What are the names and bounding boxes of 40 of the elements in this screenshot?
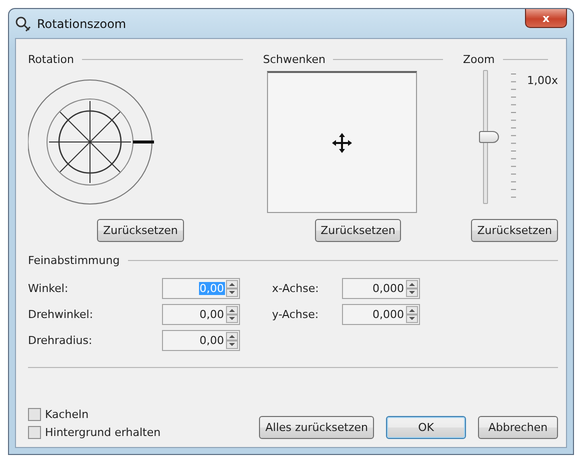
checkbox-label: Hintergrund erhalten (45, 426, 161, 439)
magnifier-icon (15, 16, 31, 32)
reset-button[interactable]: Zurücksetzen (314, 219, 402, 242)
field-value: 0,00 (198, 334, 225, 347)
checkbox[interactable] (28, 408, 41, 421)
slider-thumb[interactable] (479, 131, 499, 143)
field-value: 0,00 (198, 282, 225, 295)
field-label: y-Achse: (272, 308, 319, 321)
field-label: Drehradius: (28, 334, 92, 347)
field-value: 0,000 (372, 308, 405, 321)
close-button[interactable]: x (525, 9, 567, 28)
group-title: Feinabstimmung (28, 254, 120, 266)
number-field[interactable]: 0,00 (162, 304, 240, 325)
dialog-button[interactable]: Alles zurücksetzen (259, 416, 374, 439)
dialog-button[interactable]: OK (386, 416, 466, 439)
spin-arrows-icon[interactable] (406, 306, 418, 323)
spin-arrows-icon[interactable] (226, 306, 238, 323)
reset-button[interactable]: Zurücksetzen (97, 219, 184, 242)
number-field[interactable]: 0,000 (342, 304, 420, 325)
number-field[interactable]: 0,000 (342, 278, 420, 299)
field-label: x-Achse: (272, 282, 319, 295)
zoom-reading: 1,00x (527, 74, 558, 87)
window-title: Rotationszoom (37, 16, 128, 30)
spin-arrows-icon[interactable] (226, 332, 238, 349)
checkbox[interactable] (28, 426, 41, 439)
field-label: Drehwinkel: (28, 308, 94, 321)
pan-area[interactable] (267, 71, 417, 213)
field-value: 0,000 (372, 282, 405, 295)
checkbox-label: Kacheln (45, 408, 89, 421)
group-title: Schwenken (263, 52, 326, 66)
group-title: Zoom (463, 52, 495, 66)
reset-button[interactable]: Zurücksetzen (471, 219, 558, 242)
field-value: 0,00 (198, 308, 225, 321)
move-icon (332, 132, 352, 152)
spin-arrows-icon[interactable] (406, 280, 418, 297)
field-label: Winkel: (28, 282, 68, 295)
group-title: Rotation (28, 52, 74, 66)
number-field[interactable]: 0,00 (162, 330, 240, 351)
spin-arrows-icon[interactable] (226, 280, 238, 297)
dialog-button[interactable]: Abbrechen (478, 416, 558, 439)
